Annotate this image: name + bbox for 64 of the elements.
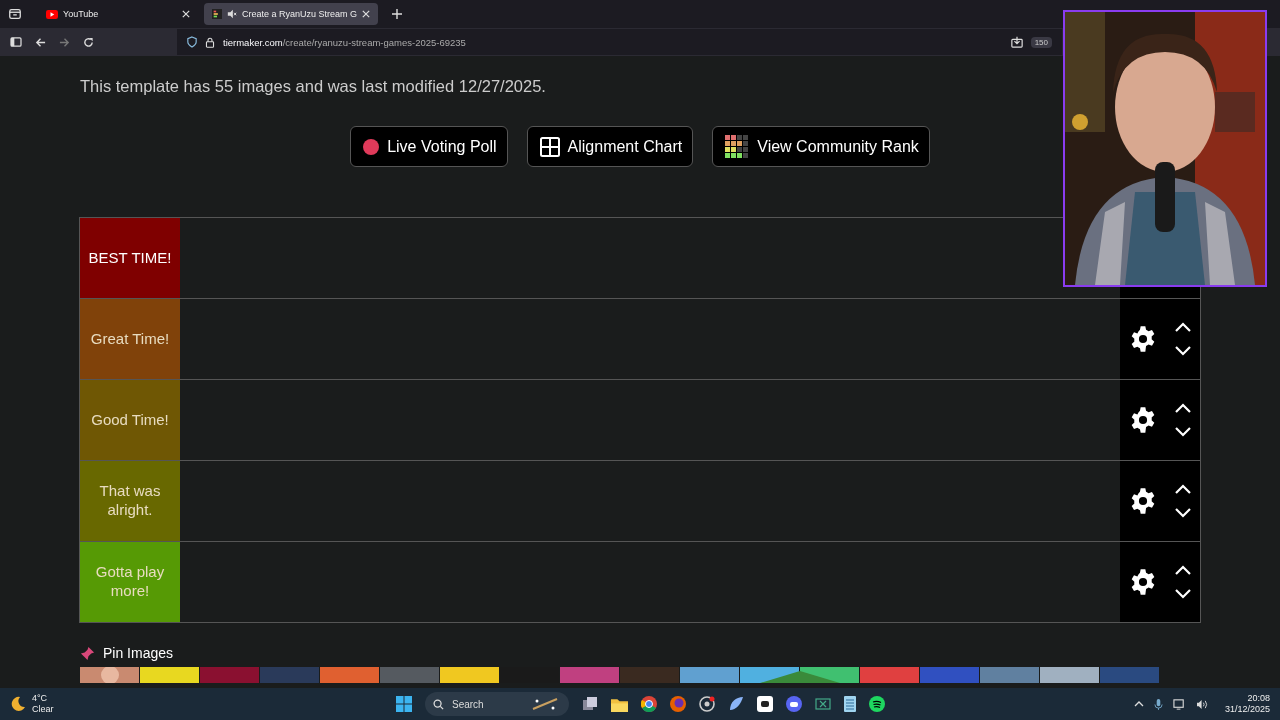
browser-tab[interactable]: Create a RyanUzu Stream G xyxy=(204,3,379,25)
weather-condition: Clear xyxy=(32,704,54,715)
tier-label[interactable]: BEST TIME! xyxy=(80,218,180,298)
pin-images-label[interactable]: Pin Images xyxy=(103,645,174,661)
download-icon[interactable] xyxy=(1010,36,1023,48)
aperture-icon[interactable] xyxy=(699,696,715,712)
clock-time[interactable]: 20:08 xyxy=(1247,693,1270,704)
move-up-icon[interactable] xyxy=(1175,484,1191,494)
browser-tab[interactable]: YouTube xyxy=(38,3,198,25)
record-dot-icon xyxy=(363,138,380,155)
action-button[interactable]: Live Voting Poll xyxy=(350,126,508,167)
action-button[interactable]: View Community Rank xyxy=(712,126,930,167)
grid-icon xyxy=(539,136,560,157)
tab-list-icon[interactable] xyxy=(8,7,22,21)
music-app-icon[interactable] xyxy=(869,696,885,712)
play-logo-icon xyxy=(46,9,58,19)
microphone-icon[interactable] xyxy=(1153,697,1163,711)
speaker-muted-icon[interactable] xyxy=(227,9,237,19)
search-field[interactable]: Search xyxy=(425,692,569,716)
move-up-icon[interactable] xyxy=(1175,565,1191,575)
move-up-icon[interactable] xyxy=(1175,403,1191,413)
zoom-level[interactable]: 150 xyxy=(1030,36,1052,48)
move-down-icon[interactable] xyxy=(1175,346,1191,356)
shield-icon xyxy=(187,36,197,48)
site-logo-icon xyxy=(212,9,222,19)
move-down-icon[interactable] xyxy=(1175,508,1191,518)
task-view-icon[interactable] xyxy=(582,696,598,712)
pin-icon xyxy=(80,645,95,661)
tier-label[interactable]: Great Time! xyxy=(80,299,180,379)
search-icon xyxy=(433,698,444,710)
action-button[interactable]: Alignment Chart xyxy=(526,126,694,167)
volume-icon[interactable] xyxy=(1195,698,1209,710)
template-info: This template has 55 images and was last modified 12/27/2025. xyxy=(80,77,547,96)
close-icon[interactable] xyxy=(182,10,190,18)
settings-icon[interactable] xyxy=(1129,406,1157,434)
close-icon[interactable] xyxy=(362,10,371,18)
folder-icon[interactable] xyxy=(611,696,628,712)
plus-icon[interactable] xyxy=(392,9,403,19)
settings-icon[interactable] xyxy=(1129,568,1157,596)
chat-app-icon[interactable] xyxy=(757,696,773,712)
chevron-up-icon[interactable] xyxy=(1133,701,1144,707)
move-up-icon[interactable] xyxy=(1175,322,1191,332)
address-bar[interactable]: tiermaker.com/create/ryanuzu-stream-games-2025-69235 150 xyxy=(177,29,1062,55)
forward-icon[interactable] xyxy=(59,36,70,48)
move-down-icon[interactable] xyxy=(1175,427,1191,437)
tier-label[interactable]: That was alright. xyxy=(80,461,180,541)
excel-icon[interactable] xyxy=(815,698,831,710)
fox-browser-icon[interactable] xyxy=(670,696,686,712)
settings-icon[interactable] xyxy=(1129,487,1157,515)
browser-icon[interactable] xyxy=(641,696,657,712)
moon-icon xyxy=(10,696,26,712)
temperature: 4°C xyxy=(32,693,49,704)
heatmap-icon xyxy=(725,134,750,159)
feather-icon[interactable] xyxy=(728,696,744,712)
settings-icon[interactable] xyxy=(1129,325,1157,353)
clock-date[interactable]: 31/12/2025 xyxy=(1224,704,1270,715)
move-down-icon[interactable] xyxy=(1175,589,1191,599)
url-text: tiermaker.com/create/ryanuzu-stream-games-2025-69235 xyxy=(223,36,466,48)
reload-icon[interactable] xyxy=(83,36,94,48)
back-icon[interactable] xyxy=(35,36,46,48)
start-icon[interactable] xyxy=(396,696,412,712)
tier-label[interactable]: Good Time! xyxy=(80,380,180,460)
sidebar-icon[interactable] xyxy=(10,37,22,47)
lock-icon xyxy=(205,36,215,48)
